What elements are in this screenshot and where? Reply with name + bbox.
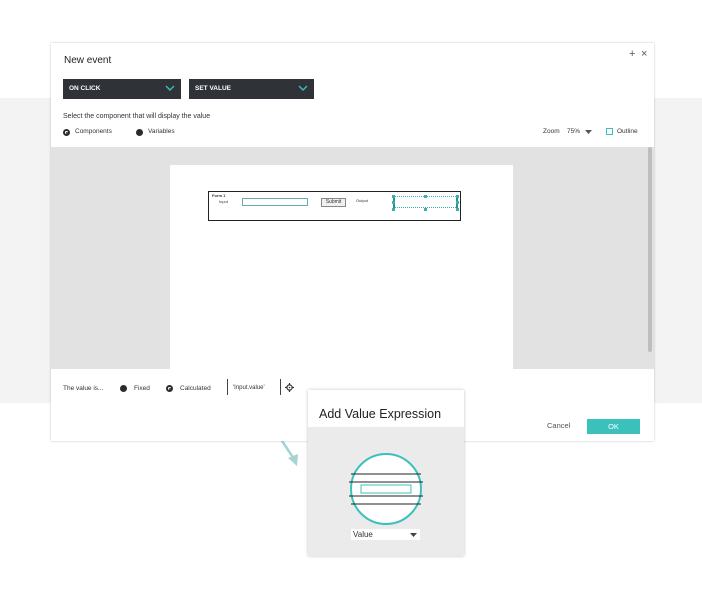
value-select-label: Value	[353, 530, 373, 539]
dialog-title: New event	[64, 55, 112, 66]
calculated-label: Calculated	[180, 385, 211, 392]
design-canvas: Form 1 Input Submit Output	[51, 147, 654, 370]
cancel-button[interactable]: Cancel	[547, 421, 570, 430]
calculated-radio[interactable]	[166, 385, 173, 392]
gear-icon[interactable]	[285, 383, 294, 392]
output-label: Output	[356, 198, 369, 203]
expression-field[interactable]: 'Input.value'	[227, 379, 281, 395]
instruction-text: Select the component that will display t…	[63, 113, 211, 120]
canvas-page: Form 1 Input Submit Output	[170, 165, 513, 370]
form-component[interactable]: Form 1 Input Submit Output	[208, 191, 461, 221]
chevron-down-icon	[298, 85, 308, 91]
ok-button[interactable]: OK	[587, 419, 640, 434]
canvas-scrollbar[interactable]	[648, 147, 652, 352]
popup-title: Add Value Expression	[319, 407, 442, 421]
resize-handle[interactable]	[456, 208, 459, 211]
resize-handle[interactable]	[456, 195, 459, 198]
action-dropdown[interactable]: SET VALUE	[189, 79, 314, 99]
submit-label: Submit	[325, 199, 342, 205]
event-dropdown[interactable]: ON CLICK	[63, 79, 181, 99]
input-field[interactable]	[242, 198, 308, 206]
event-dropdown-value: ON CLICK	[69, 85, 101, 92]
resize-handle[interactable]	[456, 201, 459, 204]
input-label: Input	[219, 199, 228, 204]
resize-handle[interactable]	[392, 208, 395, 211]
action-dropdown-value: SET VALUE	[195, 85, 231, 92]
fixed-radio[interactable]	[120, 385, 127, 392]
form-title: Form 1	[212, 193, 226, 198]
resize-handle[interactable]	[392, 201, 395, 204]
resize-handle[interactable]	[392, 195, 395, 198]
components-label: Components	[75, 128, 112, 135]
expression-value: 'Input.value'	[233, 385, 265, 391]
value-label: The value is...	[63, 385, 104, 392]
resize-handle[interactable]	[424, 208, 427, 211]
value-select[interactable]: Value	[351, 529, 420, 540]
resize-handle[interactable]	[424, 195, 427, 198]
value-expression-popup: Add Value Expression Value	[308, 390, 464, 556]
components-radio[interactable]	[63, 129, 70, 136]
plus-icon[interactable]: +	[629, 48, 635, 60]
chevron-down-icon	[165, 85, 175, 91]
chevron-down-icon	[410, 533, 417, 537]
outline-checkbox[interactable]	[606, 128, 613, 135]
outline-label: Outline	[617, 128, 638, 135]
list-illustration-icon	[349, 453, 423, 525]
popup-header: Add Value Expression	[308, 390, 464, 427]
zoom-select[interactable]: 75%	[567, 128, 580, 135]
submit-button[interactable]: Submit	[321, 198, 346, 207]
close-icon[interactable]: ×	[641, 48, 647, 60]
fixed-label: Fixed	[134, 385, 150, 392]
zoom-label: Zoom	[543, 128, 560, 135]
variables-radio[interactable]	[136, 129, 143, 136]
chevron-down-icon	[585, 130, 592, 134]
new-event-dialog: + × New event ON CLICK SET VALUE Select …	[51, 43, 654, 441]
variables-label: Variables	[148, 128, 175, 135]
